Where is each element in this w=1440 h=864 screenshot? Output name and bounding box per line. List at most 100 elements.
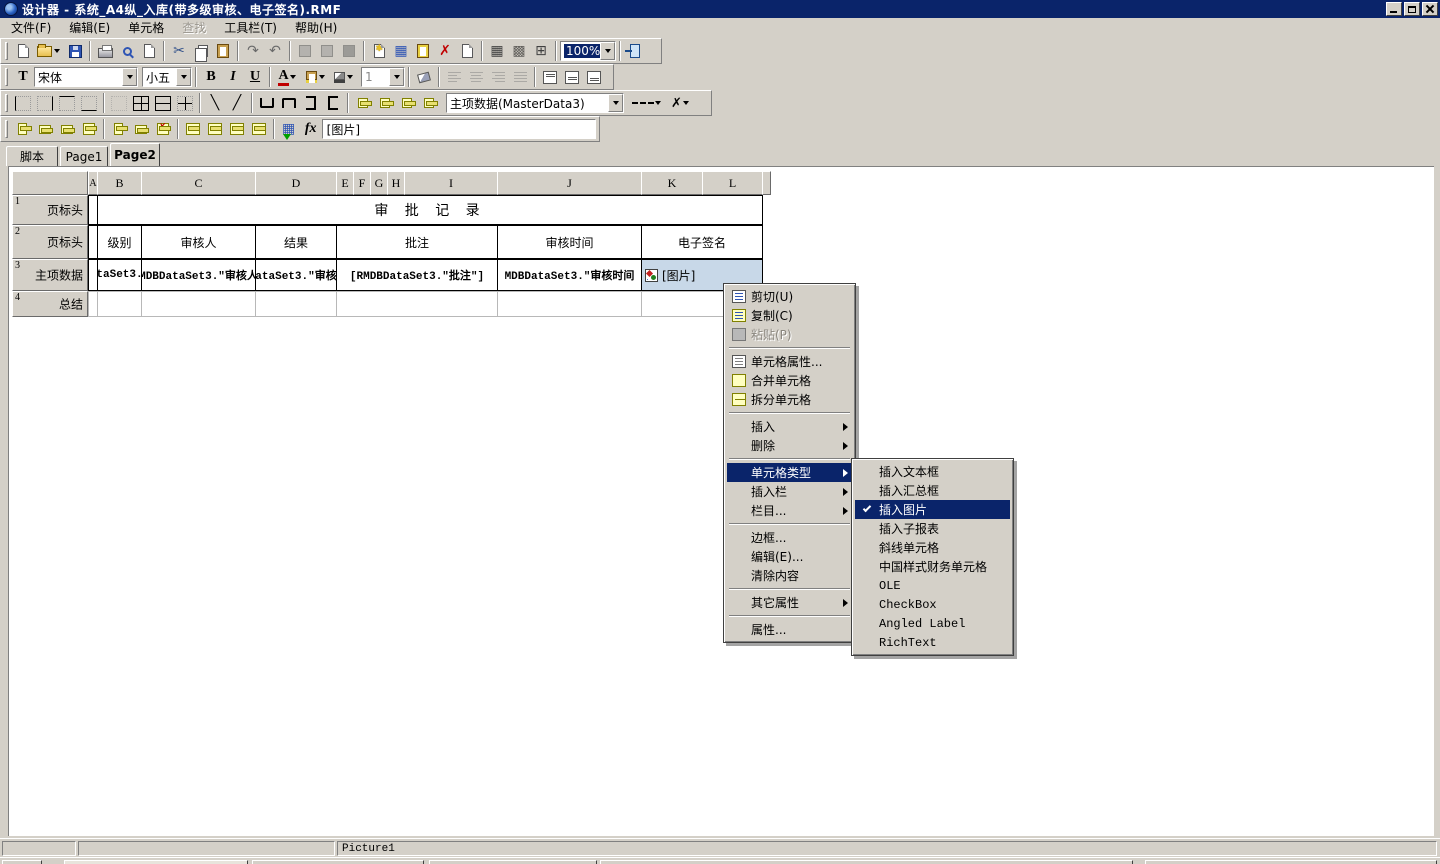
- menu-item-cut[interactable]: 剪切(U): [727, 287, 852, 306]
- expression-editor-button[interactable]: fx: [300, 118, 322, 140]
- row-toolbar-drag-handle[interactable]: [5, 120, 8, 138]
- menu-item-other-properties[interactable]: 其它属性: [727, 593, 852, 612]
- page-setup-button[interactable]: [138, 40, 160, 62]
- taskbar-button-1[interactable]: [64, 860, 248, 864]
- no-border-combo[interactable]: ✗: [664, 92, 698, 114]
- toolbar-drag-handle[interactable]: [5, 42, 8, 60]
- diagonal-up-button[interactable]: ╱: [226, 92, 248, 114]
- insert-band-button[interactable]: ✱: [368, 40, 390, 62]
- cell-op-4-button[interactable]: [418, 92, 440, 114]
- redo-button[interactable]: ↷: [242, 40, 264, 62]
- cell-op-2-button[interactable]: [374, 92, 396, 114]
- field-list-button[interactable]: ▦: [278, 118, 300, 140]
- font-style-button[interactable]: T: [12, 66, 34, 88]
- submenu-item-diagonal-cell[interactable]: 斜线单元格: [855, 538, 1010, 557]
- submenu-item-richtext[interactable]: RichText: [855, 633, 1010, 652]
- menu-item-merge-cells[interactable]: 合并单元格: [727, 371, 852, 390]
- restore-button[interactable]: [1404, 2, 1420, 16]
- line-color-button[interactable]: [330, 66, 358, 88]
- band-op-4-button[interactable]: [248, 118, 270, 140]
- valign-top-button[interactable]: [539, 66, 561, 88]
- taskbar-start-button[interactable]: [2, 860, 42, 864]
- delete-page-button[interactable]: ✗: [434, 40, 456, 62]
- blank-page-button[interactable]: [456, 40, 478, 62]
- insert-column-button[interactable]: [34, 118, 56, 140]
- format-painter-button[interactable]: [413, 66, 435, 88]
- submenu-item-insert-textbox[interactable]: 插入文本框: [855, 462, 1010, 481]
- border-all-button[interactable]: [130, 92, 152, 114]
- menu-file[interactable]: 文件(F): [2, 17, 60, 38]
- cell-toolbar-drag-handle[interactable]: [5, 94, 8, 112]
- caption-comment-cell[interactable]: 批注: [336, 225, 498, 259]
- menu-item-split-cells[interactable]: 拆分单元格: [727, 390, 852, 409]
- caption-auditor-cell[interactable]: 审核人: [141, 225, 256, 259]
- menu-cell[interactable]: 单元格: [119, 17, 173, 38]
- taskbar-button-4[interactable]: [600, 860, 1133, 864]
- insert-page-button[interactable]: [412, 40, 434, 62]
- shift-down-button[interactable]: [108, 118, 130, 140]
- fill-color-button[interactable]: [302, 66, 330, 88]
- split-down-button[interactable]: [322, 92, 344, 114]
- delete-cell-button[interactable]: ✗: [152, 118, 174, 140]
- close-button[interactable]: [1422, 2, 1438, 16]
- report-title-cell[interactable]: 审 批 记 录: [97, 195, 763, 225]
- valign-bottom-button[interactable]: [583, 66, 605, 88]
- summary-cell-ei[interactable]: [336, 291, 498, 317]
- font-name-combo[interactable]: 宋体: [34, 67, 138, 87]
- new-document-button[interactable]: [12, 40, 34, 62]
- tab-script[interactable]: 脚本: [6, 146, 58, 166]
- italic-button[interactable]: I: [222, 66, 244, 88]
- underline-button[interactable]: U: [244, 66, 266, 88]
- summary-cell-c[interactable]: [141, 291, 256, 317]
- formula-input[interactable]: [322, 119, 596, 139]
- taskbar-tray[interactable]: [1145, 860, 1437, 864]
- row-header-3[interactable]: 3 主项数据: [12, 259, 88, 291]
- insert-table-button[interactable]: ▦: [390, 40, 412, 62]
- menu-item-border[interactable]: 边框...: [727, 528, 852, 547]
- shift-right-button[interactable]: [130, 118, 152, 140]
- row-header-2[interactable]: 2 页标头: [12, 225, 88, 259]
- data-audit-time-cell[interactable]: MDBDataSet3."审核时间: [497, 259, 642, 291]
- caption-audit-time-cell[interactable]: 审核时间: [497, 225, 642, 259]
- delete-column-button[interactable]: [78, 118, 100, 140]
- cell-op-3-button[interactable]: [396, 92, 418, 114]
- dataset-combo[interactable]: 主项数据(MasterData3): [446, 93, 624, 113]
- zoom-dropdown-icon[interactable]: [600, 42, 615, 60]
- print-button[interactable]: [94, 40, 116, 62]
- band-op-1-button[interactable]: [182, 118, 204, 140]
- taskbar-button-3[interactable]: [429, 860, 597, 864]
- menu-item-edit[interactable]: 编辑(E)...: [727, 547, 852, 566]
- menu-item-cell-type[interactable]: 单元格类型: [727, 463, 852, 482]
- summary-cell-b[interactable]: [97, 291, 142, 317]
- data-result-cell[interactable]: ataSet3."审核: [255, 259, 337, 291]
- grid-setup-button[interactable]: ⊞: [530, 40, 552, 62]
- minimize-button[interactable]: [1386, 2, 1402, 16]
- menu-item-properties[interactable]: 属性...: [727, 620, 852, 639]
- caption-result-cell[interactable]: 结果: [255, 225, 337, 259]
- column-header-h[interactable]: H: [387, 171, 405, 195]
- copy-button[interactable]: [190, 40, 212, 62]
- font-toolbar-drag-handle[interactable]: [5, 68, 8, 86]
- band-op-3-button[interactable]: [226, 118, 248, 140]
- tab-page1[interactable]: Page1: [60, 146, 108, 166]
- band-op-2-button[interactable]: [204, 118, 226, 140]
- submenu-item-insert-subreport[interactable]: 插入子报表: [855, 519, 1010, 538]
- font-size-combo[interactable]: 小五: [142, 67, 192, 87]
- row-header-4[interactable]: 4 总结: [12, 291, 88, 317]
- diagonal-down-button[interactable]: ╲: [204, 92, 226, 114]
- border-inner-button[interactable]: [174, 92, 196, 114]
- save-button[interactable]: [64, 40, 86, 62]
- menu-item-delete[interactable]: 删除: [727, 436, 852, 455]
- data-auditor-cell[interactable]: MDBDataSet3."审核人: [141, 259, 256, 291]
- delete-row-button[interactable]: [56, 118, 78, 140]
- cell-op-1-button[interactable]: [352, 92, 374, 114]
- merge-across-button[interactable]: [256, 92, 278, 114]
- menu-edit[interactable]: 编辑(E): [60, 17, 119, 38]
- merge-down-button[interactable]: [300, 92, 322, 114]
- border-left-button[interactable]: [12, 92, 34, 114]
- caption-signature-cell[interactable]: 电子签名: [641, 225, 763, 259]
- menu-toolbars[interactable]: 工具栏(T): [215, 17, 286, 38]
- data-comment-cell[interactable]: [RMDBDataSet3."批注"]: [336, 259, 498, 291]
- summary-cell-j[interactable]: [497, 291, 642, 317]
- submenu-item-angled-label[interactable]: Angled Label: [855, 614, 1010, 633]
